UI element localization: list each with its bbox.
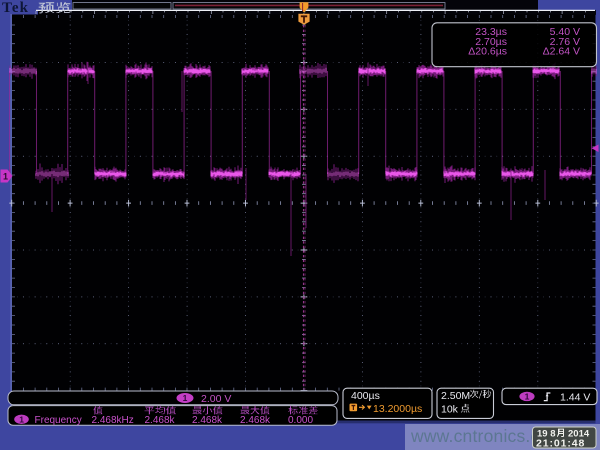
svg-text:2.468kHz: 2.468kHz [92, 415, 134, 426]
svg-text:Frequency: Frequency [35, 415, 82, 426]
svg-text:10k: 10k [441, 403, 459, 415]
svg-text:400µs: 400µs [351, 390, 380, 402]
svg-text:21:01:48: 21:01:48 [536, 437, 585, 449]
svg-text:13.2000µs: 13.2000µs [373, 403, 422, 415]
svg-text:1: 1 [3, 172, 8, 182]
svg-text:1: 1 [19, 414, 24, 424]
svg-text:2.468k: 2.468k [145, 415, 176, 426]
svg-text:2.50M: 2.50M [441, 390, 470, 402]
svg-text:1: 1 [183, 393, 188, 403]
svg-text:Tek: Tek [2, 0, 29, 16]
svg-text:2.468k: 2.468k [192, 415, 223, 426]
svg-text:0.000: 0.000 [288, 415, 313, 426]
svg-text:1.44 V: 1.44 V [560, 391, 590, 403]
svg-text:2.00 V: 2.00 V [201, 393, 231, 405]
svg-text:1: 1 [525, 392, 530, 402]
svg-text:Δ20.6µs: Δ20.6µs [468, 45, 507, 57]
svg-text:Δ2.64 V: Δ2.64 V [543, 45, 580, 57]
svg-text:2.468k: 2.468k [240, 415, 271, 426]
